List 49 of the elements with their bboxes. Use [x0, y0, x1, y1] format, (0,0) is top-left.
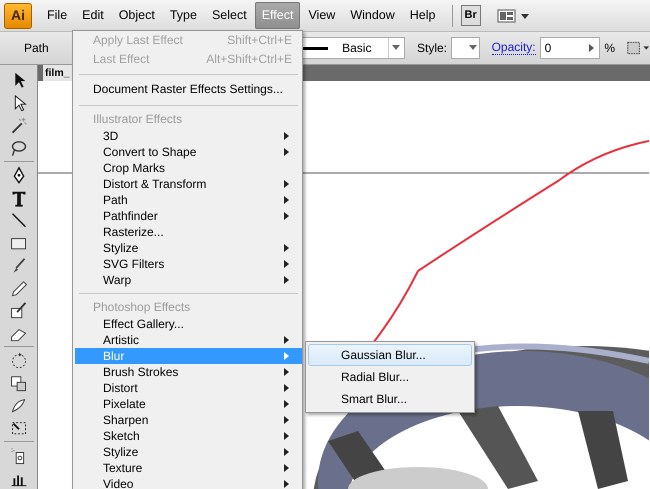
menu-item[interactable]: Edit [75, 2, 111, 29]
menu-section-header: Illustrator Effects [92, 111, 184, 128]
menu-item[interactable]: Radial Blur... [308, 366, 472, 388]
caret-icon [468, 45, 477, 51]
workspace-switcher-icon[interactable] [496, 8, 531, 24]
style-label: Style: [417, 40, 448, 57]
menu-item[interactable]: Video [75, 476, 302, 489]
menu-item[interactable]: Type [162, 2, 204, 29]
menu-item[interactable]: View [301, 2, 342, 29]
menu-item[interactable]: SVG Filters [75, 256, 302, 272]
menu-item[interactable]: Pathfinder [75, 208, 302, 224]
transform-icon[interactable] [627, 40, 650, 56]
menu-item[interactable]: Warp [75, 272, 302, 288]
menu-item[interactable]: Stylize [75, 240, 302, 256]
menu-item[interactable]: Object [112, 2, 162, 29]
document-tab[interactable]: film_ [43, 65, 72, 81]
play-arrow-icon [589, 44, 596, 52]
menu-item[interactable]: Distort [75, 380, 302, 396]
menu-item[interactable]: Convert to Shape [75, 144, 302, 160]
menu-item[interactable]: Help [402, 2, 442, 29]
menu-item[interactable]: Sketch [75, 428, 302, 444]
profile-value: Basic [342, 40, 372, 57]
menu-item[interactable]: Window [343, 2, 402, 29]
menu-item[interactable]: Smart Blur... [308, 388, 472, 410]
opacity-link[interactable]: Opacity: [492, 41, 536, 55]
menu-item[interactable]: Document Raster Effects Settings... [75, 80, 302, 100]
menu-item[interactable]: 3D [75, 128, 302, 144]
menu-item[interactable]: Stylize [75, 444, 302, 460]
style-dropdown[interactable] [451, 37, 480, 59]
menu-item[interactable]: Pixelate [75, 396, 302, 412]
menu-item[interactable]: Select [204, 2, 254, 29]
menu-item[interactable]: File [40, 2, 74, 29]
menu-item[interactable]: Brush Strokes [75, 364, 302, 380]
percent-sign: % [604, 40, 616, 57]
app-logo: Ai [4, 2, 32, 28]
bridge-button[interactable]: Br [460, 5, 481, 26]
menu-item[interactable]: Texture [75, 460, 302, 476]
menu-item[interactable]: Rasterize... [75, 224, 302, 240]
menu-item[interactable]: Effect Gallery... [75, 316, 302, 332]
menu-item[interactable]: Artistic [75, 332, 302, 348]
menu-item[interactable]: Path [75, 192, 302, 208]
selection-type-label: Path [24, 41, 49, 55]
menu-item[interactable]: Gaussian Blur... [308, 344, 472, 366]
menu-item[interactable]: Crop Marks [75, 160, 302, 176]
menu-item[interactable]: Sharpen [75, 412, 302, 428]
opacity-field[interactable]: 0 [540, 37, 600, 59]
menu-section-header: Photoshop Effects [92, 299, 192, 316]
menu-item[interactable]: Distort & Transform [75, 176, 302, 192]
caret-icon [392, 45, 400, 51]
